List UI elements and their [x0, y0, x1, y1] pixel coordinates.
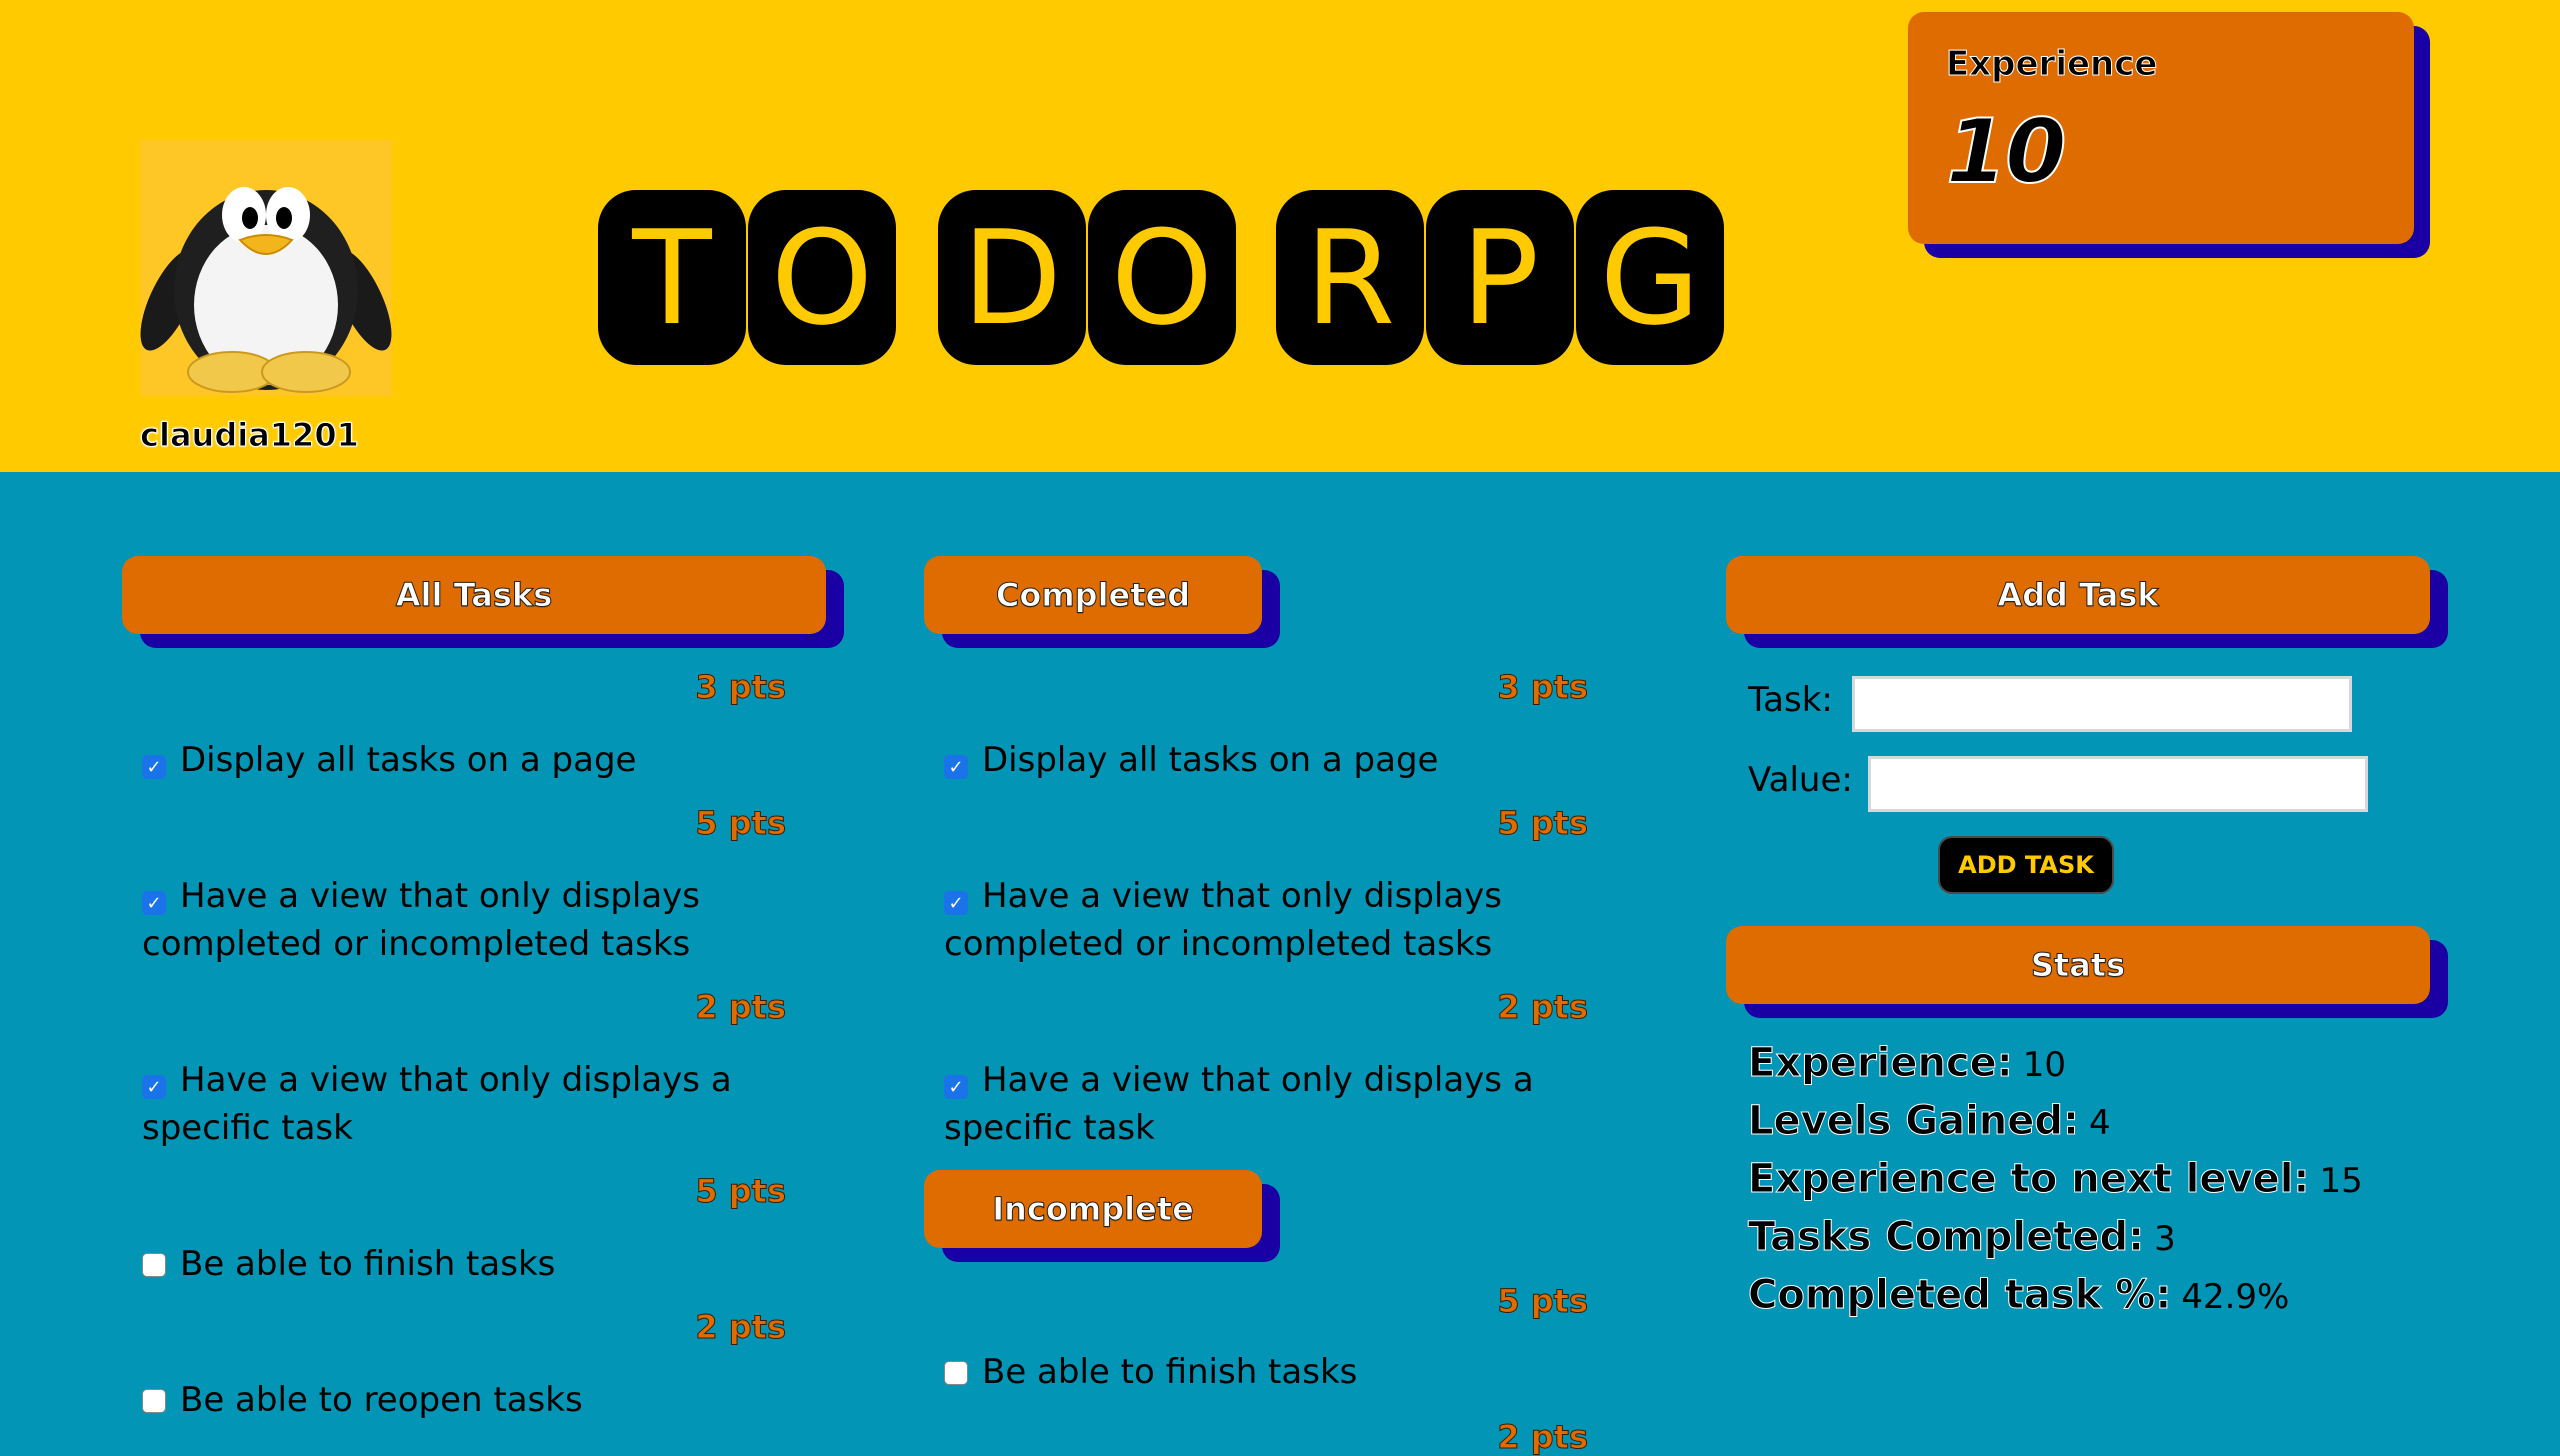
username: claudia1201	[140, 416, 360, 455]
task-label: Be able to reopen tasks	[180, 1380, 583, 1420]
task-points: 2 pts	[695, 1308, 787, 1347]
task-points: 5 pts	[1497, 1282, 1589, 1321]
stat-value: 3	[2154, 1219, 2176, 1259]
stat-value: 15	[2319, 1161, 2363, 1201]
task-item: ✓ Have a view that only displays complete…	[944, 872, 1594, 968]
task-points: 2 pts	[695, 988, 787, 1027]
stat-experience: Experience: 10	[1748, 1040, 2067, 1087]
stat-label: Experience:	[1748, 1040, 2014, 1087]
incomplete-heading[interactable]: Incomplete	[924, 1170, 1262, 1248]
title-letter: O	[748, 190, 896, 365]
task-points: 5 pts	[1497, 804, 1589, 843]
experience-value: 10	[1945, 99, 2067, 204]
experience-label: Experience	[1945, 44, 2158, 85]
stat-value: 42.9%	[2181, 1277, 2290, 1317]
task-field-label: Task:	[1748, 680, 1833, 720]
value-input[interactable]	[1868, 756, 2368, 812]
stat-label: Completed task %:	[1747, 1272, 2172, 1319]
task-label: Be able to finish tasks	[180, 1244, 556, 1284]
task-item: Be able to reopen tasks	[142, 1376, 792, 1424]
task-item: Be able to finish tasks	[944, 1348, 1594, 1396]
add-task-button[interactable]: ADD TASK	[1938, 836, 2114, 894]
title-letter: G	[1576, 190, 1724, 365]
task-item: Be able to finish tasks	[142, 1240, 792, 1288]
app-title: T O D O R P G	[598, 190, 1738, 370]
penguin-avatar-icon	[140, 140, 392, 396]
add-task-heading: Add Task	[1726, 556, 2430, 634]
task-points: 3 pts	[1497, 668, 1589, 707]
stat-tasks-completed: Tasks Completed: 3	[1747, 1214, 2176, 1261]
task-checkbox[interactable]: ✓	[142, 1075, 166, 1099]
task-checkbox[interactable]: ✓	[944, 891, 968, 915]
task-points: 2 pts	[1497, 988, 1589, 1027]
task-label: Display all tasks on a page	[982, 740, 1439, 780]
task-checkbox[interactable]: ✓	[142, 891, 166, 915]
title-letter: T	[598, 190, 746, 365]
task-points: 5 pts	[695, 804, 787, 843]
task-points: 2 pts	[1497, 1418, 1589, 1456]
task-checkbox[interactable]: ✓	[142, 755, 166, 779]
experience-card: Experience 10	[1908, 12, 2414, 244]
avatar	[140, 140, 392, 396]
completed-heading[interactable]: Completed	[924, 556, 1262, 634]
header-banner: claudia1201 T O D O R P G Experience 10	[0, 0, 2560, 472]
stats-heading: Stats	[1726, 926, 2430, 1004]
task-label: Be able to finish tasks	[982, 1352, 1358, 1392]
task-label: Have a view that only displays a specifi…	[944, 1060, 1534, 1148]
stat-label: Levels Gained:	[1747, 1098, 2080, 1145]
task-item: ✓ Have a view that only displays a specif…	[944, 1056, 1594, 1152]
task-label: Display all tasks on a page	[180, 740, 637, 780]
task-checkbox[interactable]	[142, 1389, 166, 1413]
stat-levels-gained: Levels Gained: 4	[1747, 1098, 2111, 1145]
title-letter: P	[1426, 190, 1574, 365]
stat-completed-percent: Completed task %: 42.9%	[1747, 1272, 2290, 1319]
task-points: 3 pts	[695, 668, 787, 707]
task-points: 5 pts	[695, 1172, 787, 1211]
task-input[interactable]	[1852, 676, 2352, 732]
task-label: Have a view that only displays completed…	[142, 876, 701, 964]
task-item: ✓ Display all tasks on a page	[142, 736, 792, 784]
task-checkbox[interactable]: ✓	[944, 1075, 968, 1099]
task-checkbox[interactable]	[142, 1253, 166, 1277]
task-item: ✓ Have a view that only displays a specif…	[142, 1056, 792, 1152]
task-label: Have a view that only displays completed…	[944, 876, 1503, 964]
stat-value: 10	[2022, 1045, 2067, 1085]
title-letter: R	[1276, 190, 1424, 365]
task-item: ✓ Have a view that only displays complete…	[142, 872, 792, 968]
value-field-label: Value:	[1748, 760, 1853, 800]
task-label: Have a view that only displays a specifi…	[142, 1060, 732, 1148]
title-letter: D	[938, 190, 1086, 365]
task-checkbox[interactable]: ✓	[944, 755, 968, 779]
all-tasks-heading[interactable]: All Tasks	[122, 556, 826, 634]
stat-label: Experience to next level:	[1747, 1156, 2310, 1203]
task-checkbox[interactable]	[944, 1361, 968, 1385]
task-item: ✓ Display all tasks on a page	[944, 736, 1594, 784]
stat-experience-to-next-level: Experience to next level: 15	[1747, 1156, 2363, 1203]
title-letter: O	[1088, 190, 1236, 365]
stat-value: 4	[2089, 1103, 2111, 1143]
stat-label: Tasks Completed:	[1747, 1214, 2145, 1261]
